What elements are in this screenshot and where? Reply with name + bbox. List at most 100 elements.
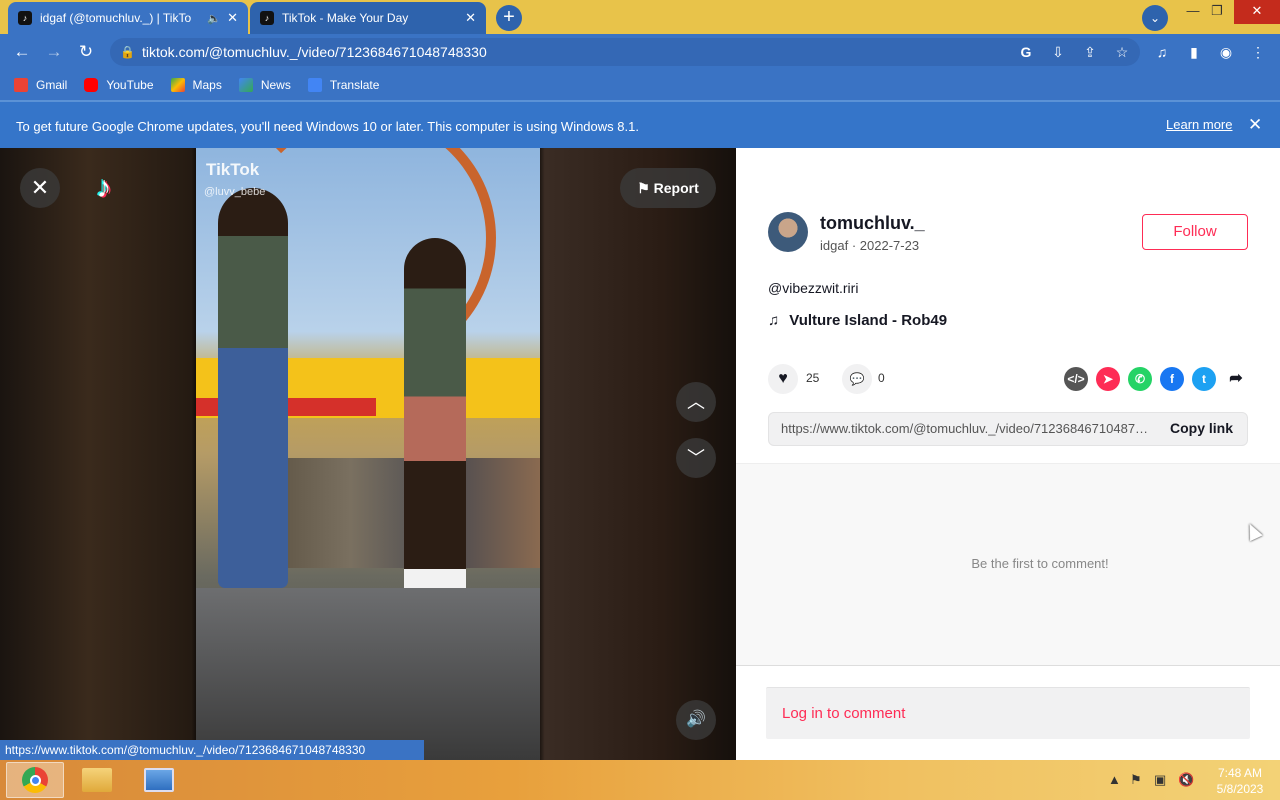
like-button[interactable]: ♥: [768, 364, 798, 394]
tab-search-button[interactable]: ⌄: [1142, 5, 1168, 31]
remote-desktop-icon: [144, 768, 174, 792]
taskbar-file-explorer-button[interactable]: [68, 762, 126, 798]
bookmark-translate[interactable]: Translate: [307, 78, 380, 92]
report-label: Report: [653, 180, 699, 196]
username[interactable]: tomuchluv._: [820, 213, 925, 234]
post-date: 2022-7-23: [859, 238, 920, 253]
heart-icon: ♥: [778, 370, 788, 387]
taskbar-remote-desktop-button[interactable]: [130, 762, 188, 798]
taskbar-chrome-button[interactable]: [6, 762, 64, 798]
bookmark-youtube[interactable]: YouTube: [84, 78, 154, 92]
next-video-button[interactable]: ﹀: [676, 438, 716, 478]
tiktok-watermark: TikTok: [206, 160, 260, 179]
bookmarks-bar: Gmail YouTube Maps News Translate: [0, 70, 1280, 100]
bookmark-label: News: [260, 78, 291, 92]
status-url: https://www.tiktok.com/@tomuchluv._/vide…: [0, 740, 424, 760]
tab-close-icon[interactable]: ✕: [465, 10, 476, 26]
music-link[interactable]: ♫ Vulture Island - Rob49: [768, 312, 947, 329]
restore-button[interactable]: ❐: [1200, 0, 1234, 24]
network-icon[interactable]: ▣: [1154, 772, 1166, 788]
bookmark-maps[interactable]: Maps: [170, 78, 222, 92]
maps-icon: [170, 78, 185, 92]
user-subline: idgaf · 2022-7-23: [820, 238, 919, 253]
dancer-right: [404, 238, 466, 598]
google-lens-icon[interactable]: G: [1014, 38, 1038, 66]
install-app-icon[interactable]: ⇩: [1046, 38, 1070, 66]
youtube-icon: [84, 78, 99, 92]
share-icon[interactable]: ⇪: [1078, 38, 1102, 66]
tab-tiktok-profile[interactable]: ♪ idgaf (@tomuchluv._) | TikTo 🔈 ✕: [8, 2, 248, 34]
learn-more-link[interactable]: Learn more: [1166, 100, 1232, 150]
news-icon: [238, 78, 253, 92]
share-link-url[interactable]: https://www.tiktok.com/@tomuchluv._/vide…: [781, 421, 1153, 436]
login-to-comment-button[interactable]: Log in to comment: [766, 687, 1250, 739]
tab-title: idgaf (@tomuchluv._) | TikTo: [40, 11, 192, 25]
infobar-close-icon[interactable]: ✕: [1248, 100, 1262, 150]
gmail-icon: [14, 78, 28, 92]
report-button[interactable]: ⚑ Report: [620, 168, 716, 208]
send-to-friends-icon[interactable]: ➤: [1096, 367, 1120, 391]
address-url: tiktok.com/@tomuchluv._/video/7123684671…: [142, 44, 487, 60]
close-video-button[interactable]: ✕: [20, 168, 60, 208]
wet-ground: [196, 588, 540, 760]
twitter-icon[interactable]: t: [1192, 367, 1216, 391]
volume-muted-icon[interactable]: 🔇: [1178, 772, 1194, 788]
crowd-shape: [256, 458, 540, 568]
translate-icon: [307, 78, 322, 92]
side-panel-icon[interactable]: ▮: [1182, 38, 1206, 66]
video-description[interactable]: @vibezzwit.riri: [768, 280, 858, 296]
menu-icon[interactable]: ⋮: [1246, 38, 1270, 66]
more-share-icon[interactable]: ➦: [1224, 367, 1248, 391]
action-center-icon[interactable]: ⚑: [1130, 772, 1142, 788]
tiktok-favicon-icon: ♪: [18, 11, 32, 25]
clock-date: 5/8/2023: [1216, 782, 1264, 796]
previous-video-button[interactable]: ︿: [676, 382, 716, 422]
flag-icon: ⚑: [637, 180, 654, 196]
profile-icon[interactable]: ◉: [1214, 38, 1238, 66]
follow-button[interactable]: Follow: [1142, 214, 1248, 250]
dancer-left: [218, 188, 288, 588]
tiktok-logo-icon[interactable]: ♪: [84, 168, 124, 208]
tab-close-icon[interactable]: ✕: [227, 10, 238, 26]
back-button[interactable]: ←: [8, 34, 36, 70]
speaker-icon: 🔈: [207, 12, 222, 25]
address-bar[interactable]: 🔒 tiktok.com/@tomuchluv._/video/71236846…: [110, 38, 1140, 66]
window-close-button[interactable]: ✕: [1234, 0, 1280, 24]
tab-tiktok-home[interactable]: ♪ TikTok - Make Your Day ✕: [250, 2, 486, 34]
show-hidden-icons[interactable]: ▲: [1108, 772, 1121, 787]
music-note-icon: ♫: [768, 312, 780, 329]
bookmark-label: Maps: [192, 78, 222, 92]
music-title: Vulture Island - Rob49: [789, 312, 948, 329]
bookmark-star-icon[interactable]: ☆: [1110, 38, 1134, 66]
nickname: idgaf: [820, 238, 849, 253]
empty-comments-text: Be the first to comment!: [971, 556, 1109, 571]
video-player[interactable]: [196, 148, 540, 760]
tab-title: TikTok - Make Your Day: [282, 11, 409, 25]
volume-button[interactable]: 🔊: [676, 700, 716, 740]
chrome-icon: [22, 767, 48, 793]
whatsapp-icon[interactable]: ✆: [1128, 367, 1152, 391]
separator: ·: [851, 238, 860, 253]
bookmark-gmail[interactable]: Gmail: [14, 78, 67, 92]
comment-count: 0: [878, 371, 885, 385]
folder-icon: [82, 768, 112, 792]
bookmark-news[interactable]: News: [238, 78, 291, 92]
bookmark-label: Translate: [329, 78, 380, 92]
taskbar-clock[interactable]: 7:48 AM 5/8/2023: [1212, 765, 1268, 797]
copy-link-button[interactable]: Copy link: [1170, 420, 1233, 436]
new-tab-button[interactable]: +: [496, 5, 522, 31]
forward-button[interactable]: →: [40, 34, 68, 70]
embed-icon[interactable]: </>: [1064, 367, 1088, 391]
avatar[interactable]: [768, 212, 808, 252]
facebook-icon[interactable]: f: [1160, 367, 1184, 391]
clock-time: 7:48 AM: [1217, 766, 1263, 780]
comment-button[interactable]: 💬: [842, 364, 872, 394]
bookmark-label: YouTube: [106, 78, 154, 92]
like-count: 25: [806, 371, 820, 385]
comment-icon: 💬: [849, 372, 865, 386]
watermark-username: @luvv_bebe: [204, 186, 266, 198]
tiktok-favicon-icon: ♪: [260, 11, 274, 25]
lock-icon: 🔒: [120, 45, 135, 59]
reload-button[interactable]: ↻: [72, 34, 100, 70]
media-control-icon[interactable]: ♫: [1150, 38, 1174, 66]
